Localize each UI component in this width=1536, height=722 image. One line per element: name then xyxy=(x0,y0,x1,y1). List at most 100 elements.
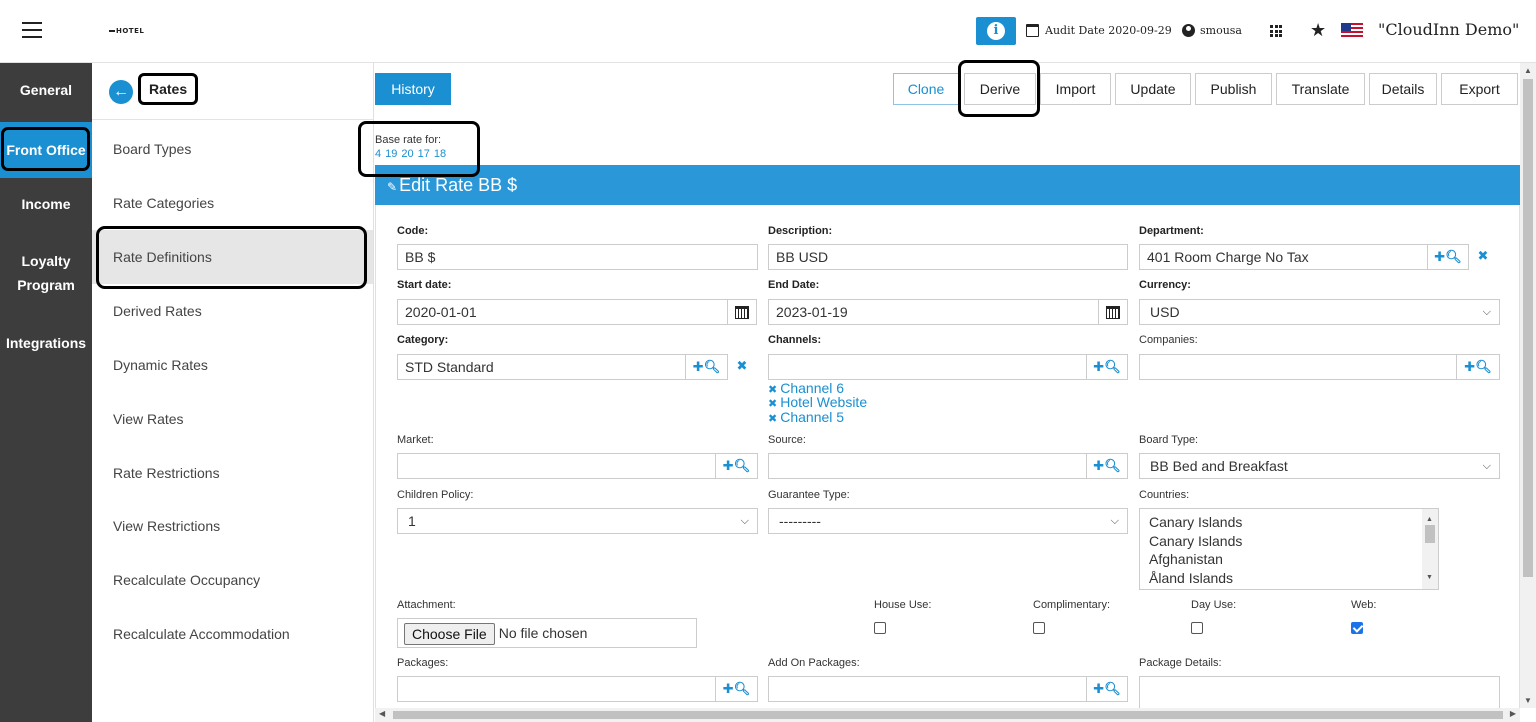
us-flag-icon[interactable] xyxy=(1341,23,1363,38)
details-button[interactable]: Details xyxy=(1369,73,1437,105)
end-date-input[interactable]: 2023-01-19 xyxy=(768,299,1099,325)
audit-date-text: Audit Date 2020-09-29 xyxy=(1045,24,1172,37)
subnav-rate-restrictions[interactable]: Rate Restrictions xyxy=(92,446,373,500)
category-search-icon[interactable]: ✚🔍︎ xyxy=(685,354,728,380)
complimentary-checkbox[interactable] xyxy=(1033,622,1045,634)
package-details-input[interactable] xyxy=(1139,676,1500,708)
day-use-checkbox[interactable] xyxy=(1191,622,1203,634)
calendar-icon xyxy=(1026,24,1039,37)
subnav-derived-rates[interactable]: Derived Rates xyxy=(92,284,373,338)
packages-label: Packages: xyxy=(397,657,449,669)
nav-integrations[interactable]: Integrations xyxy=(0,331,92,355)
web-checkbox[interactable] xyxy=(1351,622,1363,634)
channels-search-icon[interactable]: ✚🔍︎ xyxy=(1086,354,1128,380)
board-type-value: BB Bed and Breakfast xyxy=(1150,458,1288,474)
packages-search-icon[interactable]: ✚🔍︎ xyxy=(715,676,758,702)
code-input[interactable]: BB $ xyxy=(397,244,758,270)
guarantee-type-value: --------- xyxy=(779,513,821,529)
market-search-icon[interactable]: ✚🔍︎ xyxy=(715,453,758,479)
web-label: Web: xyxy=(1351,599,1377,611)
subnav-board-types[interactable]: Board Types xyxy=(92,122,373,176)
attachment-label: Attachment: xyxy=(397,599,456,611)
nav-loyalty-program[interactable]: Loyalty Program xyxy=(0,249,92,297)
department-clear-icon[interactable]: ✖ xyxy=(1469,244,1497,270)
companies-search-icon[interactable]: ✚🔍︎ xyxy=(1456,354,1500,380)
house-use-label: House Use: xyxy=(874,599,932,611)
channels-input[interactable] xyxy=(768,354,1087,380)
source-search-icon[interactable]: ✚🔍︎ xyxy=(1086,453,1128,479)
subnav-rate-categories[interactable]: Rate Categories xyxy=(92,176,373,230)
file-status: No file chosen xyxy=(498,625,588,641)
highlight-derive xyxy=(958,60,1040,117)
source-input[interactable] xyxy=(768,453,1087,479)
addon-packages-search-icon[interactable]: ✚🔍︎ xyxy=(1086,676,1128,702)
hotel-logo[interactable]: HOTEL xyxy=(109,27,144,35)
countries-scrollbar[interactable]: ▲ ▼ xyxy=(1422,509,1438,589)
children-policy-select[interactable]: 1 ⌵ xyxy=(397,508,758,534)
nav-income[interactable]: Income xyxy=(0,192,92,216)
page-vertical-scrollbar[interactable]: ▲ ▼ xyxy=(1520,63,1536,708)
currency-value: USD xyxy=(1150,304,1180,320)
country-option[interactable]: Canary Islands xyxy=(1149,532,1438,551)
clone-button[interactable]: Clone xyxy=(893,73,959,105)
attachment-input[interactable]: Choose File No file chosen xyxy=(397,618,697,648)
guarantee-type-select[interactable]: --------- ⌵ xyxy=(768,508,1128,534)
chevron-down-icon: ⌵ xyxy=(1110,515,1119,527)
import-button[interactable]: Import xyxy=(1040,73,1111,105)
subnav-header: ← Rates xyxy=(92,63,373,120)
house-use-checkbox[interactable] xyxy=(874,622,886,634)
star-icon[interactable]: ★ xyxy=(1310,20,1326,41)
highlight-front-office xyxy=(1,127,90,171)
calendar-icon[interactable] xyxy=(727,299,757,325)
choose-file-button[interactable]: Choose File xyxy=(404,623,495,646)
department-search-icon[interactable]: ✚🔍︎ xyxy=(1427,244,1469,270)
code-label: Code: xyxy=(397,225,429,237)
history-button[interactable]: History xyxy=(375,73,451,105)
subnav-view-rates[interactable]: View Rates xyxy=(92,392,373,446)
countries-listbox[interactable]: Canary Islands Canary Islands Afghanista… xyxy=(1139,508,1439,590)
packages-input[interactable] xyxy=(397,676,716,702)
channel-name: Hotel Website xyxy=(780,394,868,410)
market-label: Market: xyxy=(397,434,434,446)
category-input[interactable]: STD Standard xyxy=(397,354,686,380)
back-arrow-icon[interactable]: ← xyxy=(109,80,133,104)
subnav-recalculate-accommodation[interactable]: Recalculate Accommodation xyxy=(92,607,373,661)
complimentary-label: Complimentary: xyxy=(1033,599,1111,611)
hotel-name[interactable]: "CloudInn Demo" xyxy=(1378,20,1519,39)
addon-packages-label: Add On Packages: xyxy=(768,657,860,669)
publish-button[interactable]: Publish xyxy=(1195,73,1272,105)
currency-select[interactable]: USD ⌵ xyxy=(1139,299,1500,325)
companies-input[interactable] xyxy=(1139,354,1457,380)
calendar-icon[interactable] xyxy=(1098,299,1128,325)
channel-chip[interactable]: ✖ Channel 5 xyxy=(768,410,844,426)
export-button[interactable]: Export xyxy=(1441,73,1518,105)
description-input[interactable]: BB USD xyxy=(768,244,1128,270)
start-date-input[interactable]: 2020-01-01 xyxy=(397,299,728,325)
top-bar: HOTEL i Audit Date 2020-09-29 smousa ★ "… xyxy=(0,0,1536,63)
subnav-view-restrictions[interactable]: View Restrictions xyxy=(92,499,373,553)
subnav-dynamic-rates[interactable]: Dynamic Rates xyxy=(92,338,373,392)
info-button[interactable]: i xyxy=(976,17,1016,45)
source-label: Source: xyxy=(768,434,806,446)
market-input[interactable] xyxy=(397,453,716,479)
menu-icon[interactable] xyxy=(22,22,42,40)
nav-general[interactable]: General xyxy=(0,78,92,102)
update-button[interactable]: Update xyxy=(1115,73,1191,105)
board-type-select[interactable]: BB Bed and Breakfast ⌵ xyxy=(1139,453,1500,479)
currency-label: Currency: xyxy=(1139,279,1191,291)
main-content: History Clone Derive Import Update Publi… xyxy=(375,63,1520,708)
country-option[interactable]: Afghanistan xyxy=(1149,550,1438,569)
translate-button[interactable]: Translate xyxy=(1276,73,1365,105)
department-input[interactable]: 401 Room Charge No Tax xyxy=(1139,244,1428,270)
country-option[interactable]: Canary Islands xyxy=(1149,513,1438,532)
audit-date: Audit Date 2020-09-29 xyxy=(1026,24,1172,37)
country-option[interactable]: Åland Islands xyxy=(1149,569,1438,588)
apps-grid-icon[interactable] xyxy=(1270,25,1282,37)
addon-packages-input[interactable] xyxy=(768,676,1087,702)
subnav-recalculate-occupancy[interactable]: Recalculate Occupancy xyxy=(92,553,373,607)
countries-label: Countries: xyxy=(1139,489,1190,501)
page-horizontal-scrollbar[interactable]: ◀ ▶ xyxy=(375,708,1520,722)
chevron-down-icon: ⌵ xyxy=(740,515,749,527)
category-clear-icon[interactable]: ✖ xyxy=(728,354,756,380)
user-menu[interactable]: smousa xyxy=(1182,24,1242,37)
